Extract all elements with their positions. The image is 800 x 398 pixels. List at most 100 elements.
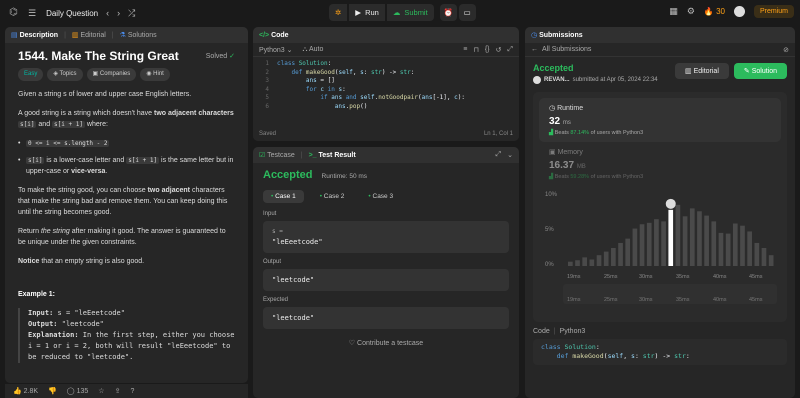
chart-bar[interactable] — [711, 221, 717, 266]
solution-button[interactable]: ✎ Solution — [733, 63, 787, 79]
chart-bar[interactable] — [582, 257, 588, 266]
memory-card[interactable]: ▣ Memory 16.37 MB ▟ Beats 59.28% of user… — [539, 142, 781, 186]
chart-bar[interactable] — [646, 222, 652, 266]
runtime-distribution-chart[interactable]: 10% 5% 0% 19ms 25ms 30ms 35ms 40ms 45ms … — [539, 186, 785, 316]
x-tick-label: 45ms — [749, 274, 763, 280]
tab-submissions[interactable]: ◷ Submissions — [531, 31, 583, 39]
top-bar: ⌬ ☰ Daily Question ‹ › ⤮ ✲ ▶ Run ☁ Submit … — [0, 0, 800, 26]
chart-bar[interactable] — [618, 242, 623, 266]
streak-counter[interactable]: 🔥 30 — [704, 7, 725, 16]
debug-button[interactable]: ✲ — [329, 4, 348, 21]
range-slider[interactable] — [563, 284, 777, 304]
heart-icon: ♡ — [348, 340, 356, 347]
desc-paragraph-4: Return the string after making it good. … — [18, 228, 226, 246]
contribute-testcase-link[interactable]: ♡ Contribute a testcase — [263, 339, 509, 347]
chart-bar[interactable] — [704, 215, 709, 266]
input-box: s = "leEeetcode" — [263, 221, 509, 253]
your-submission-marker[interactable] — [665, 198, 676, 209]
chart-bar[interactable] — [732, 223, 738, 266]
prev-problem-icon[interactable]: ‹ — [106, 8, 109, 18]
username[interactable]: REVAN... — [544, 77, 570, 83]
chart-bar[interactable] — [575, 260, 580, 266]
language-select[interactable]: Python3 ⌄ — [259, 46, 293, 54]
timer-button[interactable]: ⏰ — [439, 4, 457, 21]
description-panel: ▤ Description | ▥ Editorial | ⚗ Solution… — [5, 27, 248, 383]
case-tab-2[interactable]: • Case 2 — [312, 190, 353, 203]
case-tab-1[interactable]: • Case 1 — [263, 190, 304, 203]
chart-bar[interactable] — [725, 233, 731, 266]
expand-icon[interactable]: ⤢ — [496, 151, 502, 159]
notes-button[interactable]: ▭ — [458, 4, 476, 21]
chart-bar[interactable] — [768, 255, 774, 266]
chart-bar[interactable] — [718, 232, 724, 266]
tab-testcase[interactable]: ☑ Testcase — [259, 151, 295, 159]
checkbox-icon: ☑ — [259, 152, 266, 159]
auto-toggle[interactable]: ⛬ Auto — [303, 46, 324, 54]
chart-bar[interactable] — [740, 225, 745, 266]
chart-bar[interactable] — [603, 251, 609, 266]
tab-description[interactable]: ▤ Description — [11, 31, 58, 39]
share-button[interactable]: ⇪ — [115, 387, 121, 395]
submit-button[interactable]: ☁ Submit — [386, 4, 434, 21]
layout-grid-icon[interactable]: ▦ — [669, 6, 678, 17]
chart-bar[interactable] — [747, 231, 752, 266]
premium-button[interactable]: Premium — [753, 5, 794, 18]
chart-bar[interactable] — [625, 238, 631, 266]
code-line: 4 for c in s: — [265, 85, 346, 93]
chart-bar[interactable] — [754, 242, 760, 266]
run-button[interactable]: ▶ Run — [349, 4, 385, 21]
topics-tag[interactable]: ◈ Topics — [47, 68, 83, 81]
chart-bar[interactable] — [654, 219, 659, 266]
code-editor[interactable]: 1 class Solution: 2 def makeGood(self, s:… — [253, 57, 519, 112]
all-submissions-link[interactable]: All Submissions — [542, 46, 591, 53]
settings-gear-icon[interactable]: ⚙ — [687, 6, 695, 17]
link-icon[interactable]: ⊘ — [783, 46, 789, 54]
history-icon: ◷ — [531, 32, 538, 39]
tab-editorial[interactable]: ▥ Editorial — [72, 31, 106, 39]
chart-bar[interactable] — [596, 255, 602, 266]
tab-code[interactable]: </> Code — [259, 32, 289, 39]
fullscreen-icon[interactable]: ⤢ — [507, 46, 513, 54]
chart-bar[interactable] — [589, 259, 595, 266]
leetcode-logo[interactable]: ⌬ — [9, 7, 20, 19]
avatar[interactable] — [733, 6, 745, 17]
chart-bar[interactable] — [682, 216, 688, 266]
dislike-button[interactable]: 👎 — [48, 387, 57, 395]
companies-tag[interactable]: ▣ Companies — [86, 68, 137, 81]
next-problem-icon[interactable]: › — [117, 8, 120, 18]
help-button[interactable]: ? — [130, 388, 134, 395]
chart-bar[interactable] — [697, 211, 702, 266]
tab-solutions[interactable]: ⚗ Solutions — [120, 31, 157, 39]
editorial-button[interactable]: ▥ Editorial — [675, 63, 729, 79]
case-tabs: • Case 1 • Case 2 • Case 3 — [263, 190, 509, 203]
favorite-button[interactable]: ☆ — [98, 387, 104, 395]
test-result-body: Accepted Runtime: 50 ms • Case 1 • Case 2… — [253, 163, 519, 353]
shuffle-icon[interactable]: ⤮ — [128, 8, 135, 19]
hint-tag[interactable]: ◉ Hint — [140, 68, 170, 81]
chart-bar[interactable] — [661, 221, 666, 266]
chart-bar[interactable] — [568, 261, 573, 266]
bookmark-icon[interactable]: ⊓ — [473, 46, 478, 54]
format-icon[interactable]: ≡ — [463, 46, 467, 54]
like-button[interactable]: 👍 2.8K — [13, 387, 38, 395]
braces-icon[interactable]: {} — [485, 46, 490, 54]
slider-tick-label: 19ms — [567, 297, 581, 303]
daily-question-title[interactable]: Daily Question — [46, 9, 98, 18]
comments-button[interactable]: ◯ 135 — [67, 387, 88, 395]
chart-bar[interactable] — [689, 208, 695, 266]
chart-bar[interactable] — [761, 248, 767, 266]
chart-bar[interactable] — [632, 228, 638, 266]
case-tab-3[interactable]: • Case 3 — [360, 190, 401, 203]
problem-list-icon[interactable]: ☰ — [28, 8, 36, 19]
chart-bar[interactable] — [675, 204, 681, 266]
runtime-card[interactable]: ◷ Runtime 32 ms ▟ Beats 87.14% of users … — [539, 98, 781, 142]
tab-test-result[interactable]: >_ Test Result — [309, 152, 356, 159]
chart-bar[interactable] — [639, 224, 645, 266]
chart-bar[interactable] — [668, 209, 674, 266]
back-arrow-icon[interactable]: ← — [531, 46, 538, 53]
editor-toolbar: Python3 ⌄ ⛬ Auto ≡ ⊓ {} ↺ ⤢ — [253, 43, 519, 57]
chart-bar[interactable] — [611, 248, 616, 266]
runtime-value: 32 — [549, 116, 561, 127]
reset-icon[interactable]: ↺ — [496, 46, 502, 54]
collapse-icon[interactable]: ⌄ — [507, 151, 513, 159]
